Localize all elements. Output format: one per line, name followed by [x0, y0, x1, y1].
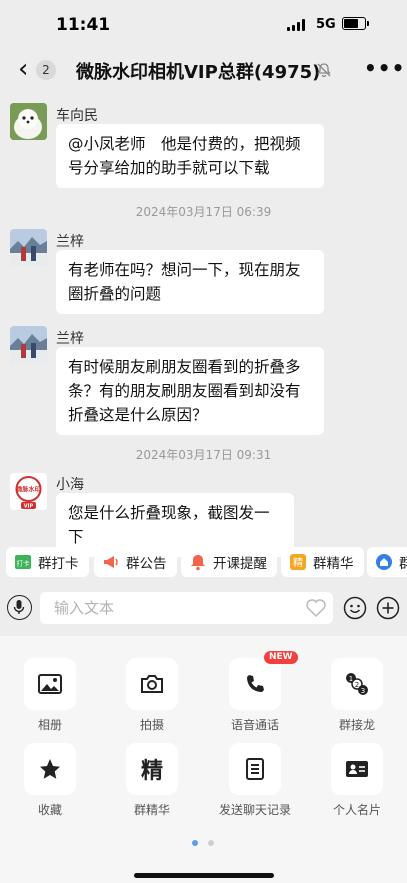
avatar[interactable]: 微脉水印 VIP [10, 473, 47, 510]
new-badge: NEW [264, 651, 298, 664]
home-indicator [134, 873, 274, 878]
panel-label: 个人名片 [332, 803, 381, 817]
album-button[interactable] [24, 658, 76, 710]
favorites-button[interactable] [24, 743, 76, 795]
svg-text:微脉水印: 微脉水印 [15, 486, 40, 494]
message-bubble[interactable]: @小凤老师 他是付费的，把视频号分享给加的助手就可以下载 [56, 124, 324, 188]
battery-tip [367, 21, 369, 26]
avatar[interactable] [10, 326, 47, 363]
bell-icon [189, 553, 207, 571]
panel-label: 语音通话 [230, 718, 279, 732]
unread-count-badge[interactable]: 2 [36, 60, 56, 80]
status-time: 11:41 [56, 15, 111, 35]
star-icon [40, 759, 60, 779]
phone-icon [247, 675, 264, 692]
send-chat-record-button[interactable] [229, 743, 281, 795]
network-label: 5G [316, 17, 336, 32]
sender-name: 兰梓 [56, 234, 84, 250]
shortcut-announcement[interactable]: 群公告 [94, 547, 177, 577]
shortcut-class-reminder[interactable]: 开课提醒 [181, 547, 277, 577]
shortcut-checkin[interactable]: 打卡 群打卡 [6, 547, 89, 577]
essence-icon: 精 [140, 759, 163, 784]
message-bubble[interactable]: 有老师在吗？想问一下，现在朋友圈折叠的问题 [56, 250, 324, 314]
signal-icon [287, 19, 307, 31]
message-input-box[interactable] [40, 592, 333, 624]
avatar[interactable] [10, 103, 47, 140]
camera-icon [141, 675, 163, 693]
shortcut-group-home[interactable]: 群 [367, 547, 407, 577]
svg-text:打卡: 打卡 [17, 559, 31, 568]
message-timestamp: 2024年03月17日 09:31 [135, 448, 272, 462]
page-dot[interactable] [208, 840, 214, 846]
sender-name: 车向民 [56, 108, 98, 124]
home-icon [375, 553, 393, 571]
voice-call-button[interactable] [229, 658, 281, 710]
relay-icon: 1 2 3 [346, 673, 368, 695]
message-timestamp: 2024年03月17日 06:39 [135, 205, 272, 219]
more-actions-plus-icon[interactable] [376, 596, 400, 620]
shortcut-label: 开课提醒 [213, 556, 267, 572]
svg-text:VIP: VIP [24, 504, 34, 510]
panel-label: 收藏 [37, 803, 62, 817]
checkin-icon: 打卡 [14, 553, 32, 571]
panel-label: 群精华 [133, 803, 170, 817]
chat-record-icon [246, 758, 264, 780]
favorite-heart-icon[interactable] [305, 598, 327, 618]
contact-card-icon [346, 761, 368, 777]
shortcut-label: 群 [399, 556, 407, 572]
panel-label: 拍摄 [139, 718, 164, 732]
sender-name: 小海 [56, 477, 84, 493]
more-options-icon[interactable]: ••• [364, 56, 405, 80]
shortcut-group-essence[interactable]: 精 群精华 [281, 547, 364, 577]
page-dot-active[interactable] [192, 840, 198, 846]
avatar[interactable] [10, 229, 47, 266]
shortcut-label: 群打卡 [38, 556, 79, 572]
panel-label: 相册 [37, 718, 62, 732]
svg-text:精: 精 [293, 556, 303, 569]
battery-icon [342, 17, 366, 30]
shortcut-label: 群精华 [313, 556, 354, 572]
sender-name: 兰梓 [56, 331, 84, 347]
voice-input-icon[interactable] [7, 595, 32, 620]
group-essence-button[interactable]: 精 [126, 743, 178, 795]
contact-card-button[interactable] [331, 743, 383, 795]
image-icon [38, 674, 62, 694]
shortcut-label: 群公告 [126, 556, 167, 572]
emoji-icon[interactable] [343, 596, 367, 620]
svg-text:3: 3 [361, 687, 365, 695]
panel-label: 发送聊天记录 [218, 803, 291, 817]
essence-icon: 精 [289, 553, 307, 571]
megaphone-icon [102, 553, 120, 571]
group-relay-button[interactable]: 1 2 3 [331, 658, 383, 710]
message-input[interactable] [40, 592, 308, 624]
mute-bell-icon [317, 63, 331, 78]
camera-button[interactable] [126, 658, 178, 710]
message-bubble[interactable]: 有时候朋友刷朋友圈看到的折叠多条？有的朋友刷朋友圈看到却没有折叠这是什么原因？ [56, 347, 324, 435]
panel-label: 群接龙 [338, 718, 375, 732]
chat-title: 微脉水印相机VIP总群(4975) [76, 62, 321, 83]
